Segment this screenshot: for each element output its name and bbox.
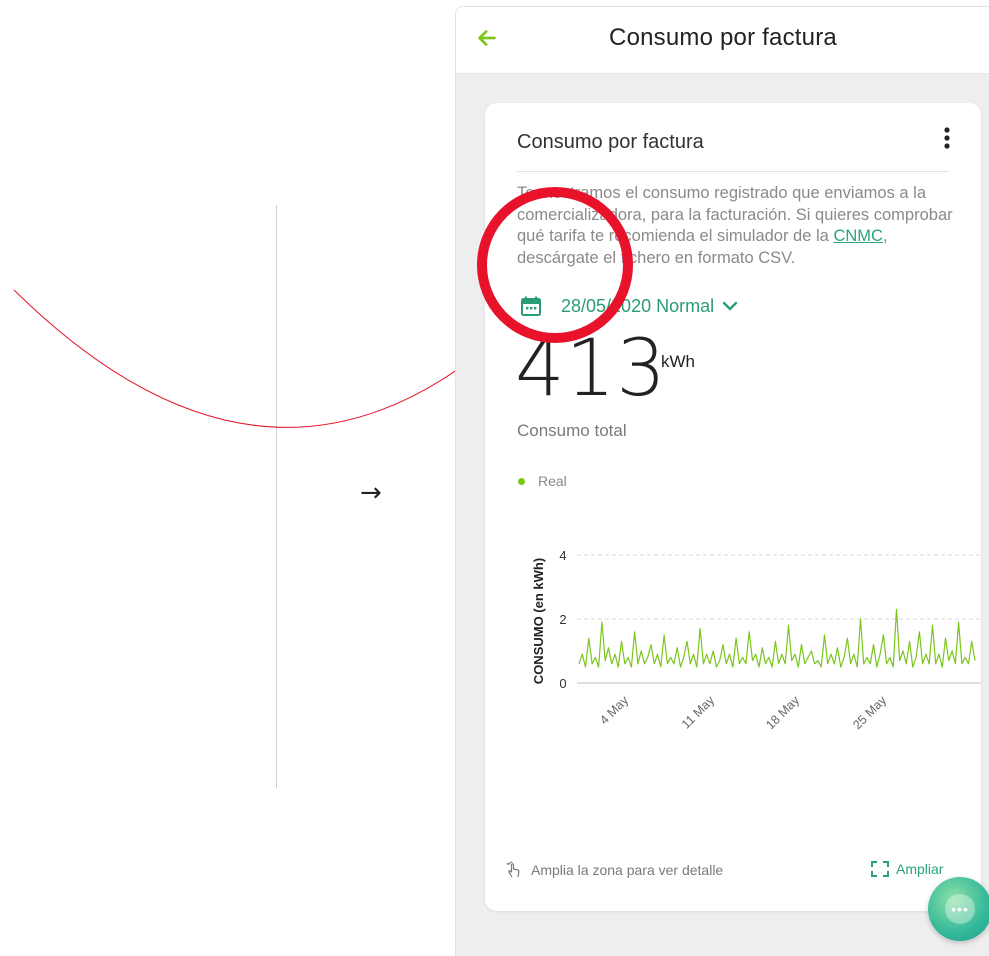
- card-divider: [517, 171, 949, 172]
- expand-label: Ampliar: [896, 861, 944, 877]
- chat-button[interactable]: •••: [928, 877, 989, 941]
- x-tick-label: 4 May: [597, 693, 631, 727]
- consumption-chart[interactable]: 0 2 4 CONSUMO (en kWh) 4 May 11 May 18 May 25 M…: [505, 533, 981, 733]
- page-title: Consumo por factura: [609, 24, 837, 51]
- y-axis-label: CONSUMO (en kWh): [531, 558, 546, 684]
- more-vert-icon[interactable]: [937, 125, 957, 153]
- zoom-hint: Amplia la zona para ver detalle: [505, 861, 723, 879]
- series-line-real: [578, 608, 976, 668]
- consumption-card: Consumo por factura Te mostramos el cons…: [485, 103, 981, 911]
- chevron-down-icon: [722, 301, 738, 311]
- expand-button[interactable]: Ampliar: [871, 861, 943, 877]
- decor-arrow: →: [360, 478, 382, 508]
- y-tick-label: 4: [559, 548, 566, 563]
- total-consumption-label: Consumo total: [517, 421, 627, 440]
- app-bar: Consumo por factura: [456, 7, 989, 74]
- x-tick-label: 25 May: [850, 693, 889, 732]
- app-screen: Consumo por factura Consumo por factura …: [455, 6, 989, 956]
- x-tick-label: 11 May: [679, 693, 718, 732]
- card-title: Consumo por factura: [517, 131, 704, 153]
- total-consumption-value: 413: [515, 324, 667, 414]
- invoice-date-selector[interactable]: 28/05/2020 Normal: [519, 291, 738, 321]
- expand-icon: [871, 861, 889, 877]
- y-tick-label: 0: [559, 676, 566, 691]
- zoom-hint-label: Amplia la zona para ver detalle: [531, 862, 724, 878]
- legend-marker: [518, 477, 525, 485]
- divider-line: [276, 205, 277, 788]
- total-consumption-unit: kWh: [661, 352, 695, 371]
- invoice-date-label: 28/05/2020 Normal: [561, 295, 715, 316]
- chart-legend: Real: [518, 473, 567, 489]
- touch-hand-icon: [506, 861, 520, 878]
- y-tick-label: 2: [559, 612, 566, 627]
- calendar-icon: [521, 296, 541, 316]
- card-description: Te mostramos el consumo registrado que e…: [517, 183, 957, 269]
- x-tick-label: 18 May: [763, 693, 802, 732]
- legend-label: Real: [538, 473, 567, 489]
- cnmc-link[interactable]: CNMC: [833, 227, 883, 245]
